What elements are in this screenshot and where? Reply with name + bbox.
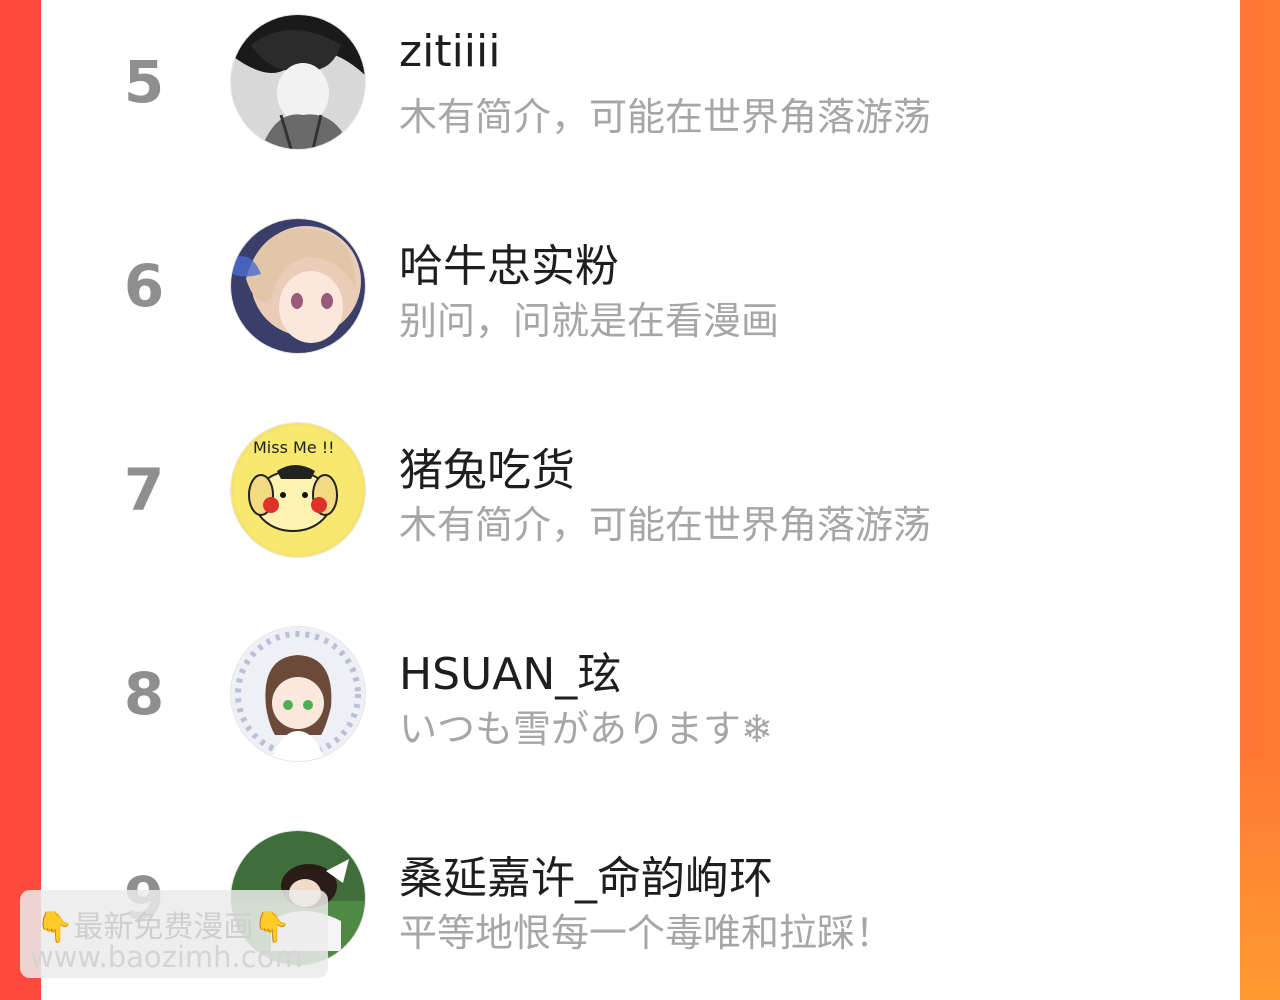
- user-bio: いつも雪があります❄: [399, 707, 773, 751]
- rank-number: 7: [123, 456, 165, 524]
- site-watermark: 👇最新免费漫画👇 www.baozimh.com: [20, 890, 328, 978]
- anime-girl-avatar[interactable]: [230, 218, 366, 354]
- svg-text:Miss Me !!: Miss Me !!: [253, 438, 335, 457]
- user-bio: 木有简介，可能在世界角落游荡: [399, 95, 932, 139]
- leaderboard-panel: 5 zitiiii 木有简介，可能在世界角落游荡 6 哈牛忠实粉 别问，问就是在…: [41, 0, 1240, 1000]
- username[interactable]: 桑延嘉许_命韵峋环: [399, 842, 773, 906]
- leaderboard-row[interactable]: 5 zitiiii 木有简介，可能在世界角落游荡: [41, 8, 1240, 158]
- yellow-dog-avatar[interactable]: Miss Me !!: [230, 422, 366, 558]
- leaderboard-row[interactable]: 7 Miss Me !! 猪兔吃货 木有简介，可能在世界角落游荡: [41, 416, 1240, 566]
- frame-gradient: [1240, 760, 1280, 1000]
- rank-number: 8: [123, 660, 165, 728]
- leaderboard-row[interactable]: 6 哈牛忠实粉 别问，问就是在看漫画: [41, 212, 1240, 362]
- chibi-girl-avatar[interactable]: [230, 626, 366, 762]
- username[interactable]: 哈牛忠实粉: [399, 230, 619, 294]
- rank-number: 6: [123, 252, 165, 320]
- manga-boy-avatar[interactable]: [230, 14, 366, 150]
- user-bio: 平等地恨每一个毒唯和拉踩！: [399, 911, 894, 955]
- username[interactable]: HSUAN_玹: [399, 638, 621, 702]
- user-bio: 木有简介，可能在世界角落游荡: [399, 503, 932, 547]
- leaderboard-row[interactable]: 8 HSUAN_玹 いつも雪があります❄: [41, 620, 1240, 770]
- rank-number: 5: [123, 48, 165, 116]
- username[interactable]: 猪兔吃货: [399, 434, 575, 498]
- user-bio: 别问，问就是在看漫画: [399, 299, 780, 343]
- watermark-url: www.baozimh.com: [30, 940, 303, 974]
- username[interactable]: zitiiii: [399, 26, 500, 77]
